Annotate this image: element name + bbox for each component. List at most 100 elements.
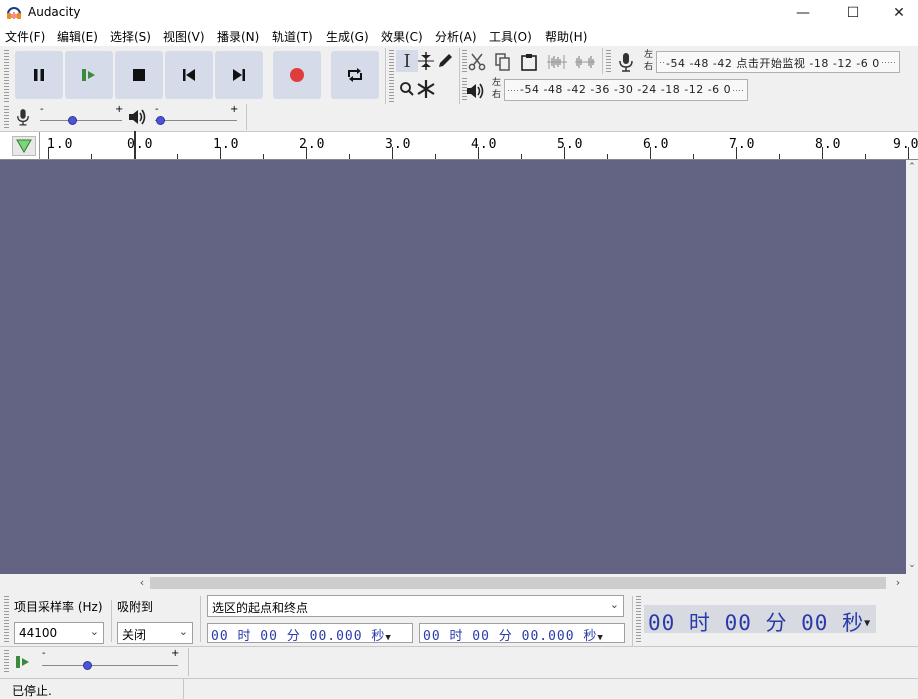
record-volume-slider[interactable] [68,116,77,125]
snap-to-value: 关闭 [122,628,147,642]
timeline-ruler[interactable]: 1.0 0.0 1.0 2.0 3.0 4.0 5.0 6.0 7.0 8.0 … [0,131,918,160]
skip-to-start-button[interactable] [165,51,213,99]
title-bar: Audacity — ☐ ✕ [0,0,918,26]
play-speed-slider[interactable] [83,661,92,670]
record-icon [290,68,304,82]
multi-tool[interactable] [415,78,437,100]
copy-button[interactable] [492,51,514,73]
timeline-options-button[interactable] [12,136,36,156]
selection-mode-combo[interactable]: 选区的起点和终点 ⌄ [207,595,624,617]
toolbar-grip[interactable] [389,50,394,102]
pause-button[interactable] [15,51,63,99]
chevron-down-icon: ⌄ [89,625,99,638]
ruler-label: 8.0 [815,137,842,152]
skip-to-end-button[interactable] [215,51,263,99]
ruler-tick [91,154,92,159]
record-button[interactable] [273,51,321,99]
audio-position-value: 00 时 00 分 00 秒 [648,611,865,635]
project-rate-value: 44100 [19,626,58,640]
stop-button[interactable] [115,51,163,99]
ruler-tick [607,154,608,159]
selection-start-time[interactable]: 00 时 00 分 00.000 秒▼ [207,623,413,644]
loop-button[interactable] [331,51,379,99]
draw-tool[interactable] [434,50,456,72]
toolbar-separator [632,596,633,646]
ruler-label: 2.0 [299,137,326,152]
play-meter-button[interactable] [464,80,486,102]
play-at-speed-button[interactable] [12,651,34,673]
playback-meter-scale: -54 -48 -42 -36 -30 -24 -18 -12 -6 0 [520,83,732,96]
record-volume-plus-label: + [115,104,124,115]
window-title: Audacity [28,5,81,19]
audio-position-display[interactable]: 00 时 00 分 00 秒▼ [644,605,876,635]
play-icon [82,69,95,81]
speaker-icon [467,83,484,99]
ruler-tick [822,147,823,159]
ruler-tick [736,147,737,159]
record-meter-right-label: 右 [644,62,654,72]
cut-button[interactable] [466,51,488,73]
scroll-left-icon[interactable]: ‹ [136,576,148,590]
toolbar-grip[interactable] [4,650,9,674]
stop-icon [133,69,145,81]
selection-mode-value: 选区的起点和终点 [212,601,309,615]
status-text: 已停止. [12,684,52,698]
close-button[interactable]: ✕ [876,0,918,26]
menu-tracks[interactable]: 轨道(T) [272,28,313,45]
chevron-down-icon: ⌄ [178,625,188,638]
pause-icon [34,69,44,81]
microphone-icon [17,109,29,126]
playback-volume-slider[interactable] [156,116,165,125]
menu-file[interactable]: 文件(F) [5,28,45,45]
ruler-tick [693,154,694,159]
playback-volume-icon-button [126,106,148,128]
ruler-tick [220,147,221,159]
menu-select[interactable]: 选择(S) [110,28,151,45]
selection-end-time[interactable]: 00 时 00 分 00.000 秒▼ [419,623,625,644]
ruler-tick [478,147,479,159]
ruler-label: 5.0 [557,137,584,152]
menu-edit[interactable]: 编辑(E) [57,28,98,45]
play-icon [16,656,29,668]
silence-button[interactable] [574,51,596,73]
snap-to-label: 吸附到 [117,600,154,614]
horizontal-scrollbar-thumb[interactable] [150,577,886,589]
chevron-down-icon: ⌄ [609,598,619,611]
minimize-button[interactable]: — [780,0,826,26]
toolbar-grip[interactable] [606,50,611,74]
toolbar-grip[interactable] [4,106,9,128]
minimize-icon: — [796,5,810,21]
vertical-scrollbar[interactable]: ⌃ ⌄ [906,160,918,574]
project-rate-combo[interactable]: 44100 ⌄ [14,622,104,644]
record-meter-scale: -54 -48 -42 点击开始监视 -18 -12 -6 0 [666,55,880,71]
paste-button[interactable] [518,51,540,73]
snap-to-combo[interactable]: 关闭 ⌄ [117,622,193,644]
scroll-down-icon[interactable]: ⌄ [907,560,917,570]
menu-generate[interactable]: 生成(G) [326,28,369,45]
close-icon: ✕ [893,5,905,21]
trim-audio-icon [547,55,567,69]
maximize-button[interactable]: ☐ [830,0,876,26]
menu-help[interactable]: 帮助(H) [545,28,587,45]
toolbar-grip[interactable] [636,596,641,642]
menu-effect[interactable]: 效果(C) [381,28,423,45]
playback-volume-track [155,120,237,121]
menu-tools[interactable]: 工具(O) [489,28,532,45]
menu-bar: 文件(F) 编辑(E) 选择(S) 视图(V) 播录(N) 轨道(T) 生成(G… [0,26,918,46]
maximize-icon: ☐ [846,5,860,21]
trim-button[interactable] [546,51,568,73]
menu-view[interactable]: 视图(V) [163,28,205,45]
scroll-right-icon[interactable]: › [892,576,904,590]
speed-plus-label: + [171,648,180,659]
menu-transport[interactable]: 播录(N) [217,28,259,45]
menu-analyze[interactable]: 分析(A) [435,28,477,45]
speaker-icon [129,109,146,125]
scroll-up-icon[interactable]: ⌃ [907,162,917,172]
track-panel[interactable] [0,160,906,574]
ruler-tick [177,154,178,159]
toolbar-area: I 左 右 -54 -48 -42 点击开始监视 -18 -12 -6 0 左 … [0,46,918,132]
toolbar-grip[interactable] [4,50,9,102]
play-button[interactable] [65,51,113,99]
toolbar-grip[interactable] [4,596,9,642]
record-meter-button[interactable] [615,51,637,73]
